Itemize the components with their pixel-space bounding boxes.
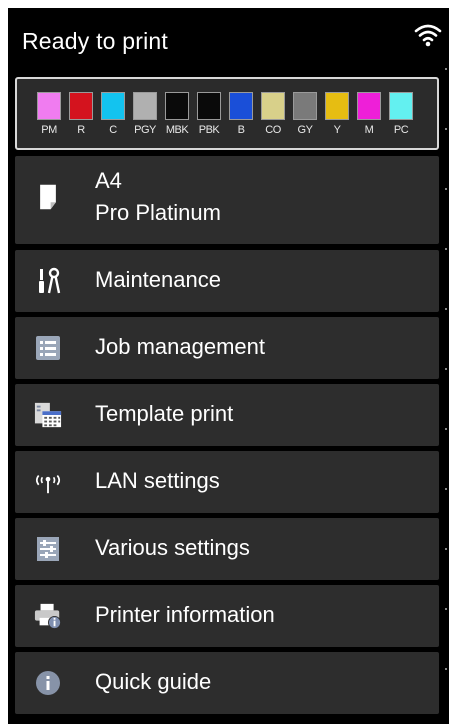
ink-swatch [293, 92, 317, 120]
menu-item-quick-guide[interactable]: Quick guide [15, 652, 439, 714]
status-header: Ready to print [8, 8, 449, 76]
template-icon [34, 402, 62, 428]
paper-setting-button[interactable]: A4 Pro Platinum [15, 156, 439, 244]
ink-tank: B [229, 92, 253, 142]
printer-panel-screen: Ready to print PM R C PGY MBK PBK B CO G… [8, 8, 449, 724]
ink-tank: PBK [197, 92, 221, 142]
maintenance-icon [39, 267, 61, 294]
ink-label: CO [265, 124, 281, 136]
ink-levels-panel[interactable]: PM R C PGY MBK PBK B CO GY Y M PC [15, 77, 439, 150]
menu-item-label: Quick guide [95, 669, 212, 694]
menu-item-various-settings[interactable]: Various settings [15, 518, 439, 580]
ink-swatch [389, 92, 413, 120]
menu-item-label: Template print [95, 401, 234, 426]
ink-label: R [77, 124, 85, 136]
status-title: Ready to print [22, 28, 168, 54]
ink-swatch [101, 92, 125, 120]
ink-swatch [165, 92, 189, 120]
ink-swatch [261, 92, 285, 120]
menu-item-label: LAN settings [95, 468, 220, 493]
menu-item-template-print[interactable]: Template print [15, 384, 439, 446]
ink-tank: GY [293, 92, 317, 142]
ink-swatch [197, 92, 221, 120]
printer-info-icon [34, 603, 62, 630]
ink-swatch [133, 92, 157, 120]
info-icon [36, 671, 60, 695]
ink-tank: R [69, 92, 93, 142]
lan-antenna-icon [35, 474, 61, 494]
ink-swatch [229, 92, 253, 120]
paper-size: A4 [95, 168, 122, 193]
ink-tank: CO [261, 92, 285, 142]
menu-item-lan-settings[interactable]: LAN settings [15, 451, 439, 513]
ink-tank: M [357, 92, 381, 142]
ink-label: PM [41, 124, 57, 136]
ink-label: C [109, 124, 117, 136]
ink-label: Y [333, 124, 341, 136]
ink-label: GY [297, 124, 313, 136]
ink-tank: MBK [165, 92, 189, 142]
settings-sliders-icon [37, 537, 59, 561]
ink-label: PGY [134, 124, 156, 136]
menu-item-label: Printer information [95, 602, 275, 627]
ink-tank: PGY [133, 92, 157, 142]
ink-label: PC [393, 124, 409, 136]
ink-tank: PM [37, 92, 61, 142]
scroll-indicator[interactable] [445, 68, 449, 724]
ink-tank: PC [389, 92, 413, 142]
ink-label: M [364, 124, 374, 136]
ink-tank: C [101, 92, 125, 142]
ink-label: B [237, 124, 245, 136]
ink-swatch [37, 92, 61, 120]
ink-swatch [325, 92, 349, 120]
menu-item-maintenance[interactable]: Maintenance [15, 250, 439, 312]
menu-item-label: Job management [95, 334, 265, 359]
menu-item-job-management[interactable]: Job management [15, 317, 439, 379]
paper-icon [40, 184, 56, 210]
menu-item-printer-information[interactable]: Printer information [15, 585, 439, 647]
wifi-icon [414, 24, 442, 47]
menu-item-label: Various settings [95, 535, 250, 560]
menu-item-label: Maintenance [95, 267, 221, 292]
paper-type: Pro Platinum [95, 200, 221, 225]
ink-swatch [357, 92, 381, 120]
ink-tank: Y [325, 92, 349, 142]
ink-label: MBK [165, 124, 189, 136]
ink-swatch [69, 92, 93, 120]
job-list-icon [36, 336, 60, 360]
ink-label: PBK [198, 124, 220, 136]
